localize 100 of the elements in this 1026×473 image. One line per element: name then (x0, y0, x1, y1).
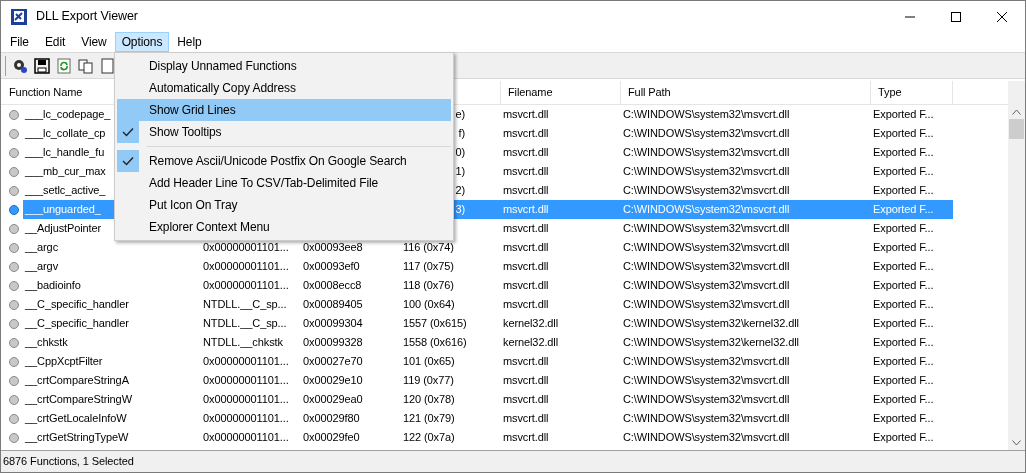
table-cell[interactable]: C:\WINDOWS\system32\msvcrt.dll (623, 144, 790, 161)
column-header[interactable]: Filename (508, 84, 553, 101)
floppy-disk-icon[interactable] (33, 56, 51, 75)
table-cell[interactable]: msvcrt.dll (503, 239, 549, 256)
table-cell[interactable]: msvcrt.dll (503, 410, 549, 427)
table-cell[interactable]: Exported F... (873, 258, 934, 275)
table-cell[interactable]: 117 (0x75) (403, 258, 454, 275)
table-cell[interactable]: Exported F... (873, 182, 934, 199)
table-cell[interactable]: 119 (0x77) (403, 372, 454, 389)
page-icon[interactable] (99, 56, 117, 75)
table-cell[interactable]: msvcrt.dll (503, 372, 549, 389)
table-cell[interactable]: msvcrt.dll (503, 144, 549, 161)
menu-option[interactable]: Put Icon On Tray (117, 194, 451, 216)
table-cell[interactable]: C:\WINDOWS\system32\msvcrt.dll (623, 296, 790, 313)
table-cell[interactable]: C:\WINDOWS\system32\msvcrt.dll (623, 372, 790, 389)
table-cell[interactable]: NTDLL.__chkstk (203, 334, 283, 351)
table-cell[interactable]: __CppXcptFilter (25, 353, 103, 370)
menu-option[interactable]: Explorer Context Menu (117, 216, 451, 238)
table-cell[interactable]: 0x00000001101... (203, 239, 289, 256)
table-cell[interactable]: NTDLL.__C_sp... (203, 315, 287, 332)
menu-option[interactable]: Remove Ascii/Unicode Postfix On Google Search (117, 150, 451, 172)
table-cell[interactable]: 0x00029e10 (303, 372, 363, 389)
table-cell[interactable]: __C_specific_handler (25, 296, 129, 313)
table-cell[interactable]: Exported F... (873, 163, 934, 180)
table-cell[interactable]: C:\WINDOWS\system32\msvcrt.dll (623, 258, 790, 275)
table-cell[interactable]: Exported F... (873, 315, 934, 332)
table-cell[interactable]: 0x00093ef0 (303, 258, 360, 275)
table-cell[interactable]: C:\WINDOWS\system32\msvcrt.dll (623, 220, 790, 237)
table-cell[interactable]: ___lc_codepage_ (25, 106, 111, 123)
table-cell[interactable]: __C_specific_handler (25, 315, 129, 332)
table-cell[interactable]: msvcrt.dll (503, 163, 549, 180)
table-cell[interactable]: __crtCompareStringW (25, 391, 132, 408)
table-cell[interactable]: Exported F... (873, 391, 934, 408)
table-cell[interactable]: C:\WINDOWS\system32\msvcrt.dll (623, 429, 790, 446)
table-cell[interactable]: Exported F... (873, 125, 934, 142)
table-cell[interactable]: msvcrt.dll (503, 391, 549, 408)
table-cell[interactable]: 0x00000001101... (203, 258, 289, 275)
table-cell[interactable]: Exported F... (873, 372, 934, 389)
table-cell[interactable]: __crtGetStringTypeW (25, 429, 129, 446)
table-cell[interactable]: C:\WINDOWS\system32\msvcrt.dll (623, 391, 790, 408)
table-cell[interactable]: ___lc_handle_fu (25, 144, 105, 161)
table-cell[interactable]: __argc (25, 239, 59, 256)
table-cell[interactable]: C:\WINDOWS\system32\kernel32.dll (623, 334, 799, 351)
scroll-up-icon[interactable] (1012, 109, 1021, 115)
table-cell[interactable]: __chkstk (25, 334, 68, 351)
table-cell[interactable]: 1) (455, 163, 465, 180)
table-cell[interactable]: msvcrt.dll (503, 125, 549, 142)
table-cell[interactable]: msvcrt.dll (503, 353, 549, 370)
table-cell[interactable]: 100 (0x64) (403, 296, 455, 313)
table-cell[interactable]: ___setlc_active_ (25, 182, 106, 199)
table-cell[interactable]: msvcrt.dll (503, 182, 549, 199)
table-cell[interactable]: msvcrt.dll (503, 220, 549, 237)
table-cell[interactable]: 118 (0x76) (403, 277, 454, 294)
scrollbar[interactable] (1008, 81, 1025, 450)
table-cell[interactable]: C:\WINDOWS\system32\msvcrt.dll (623, 353, 790, 370)
menu-item[interactable]: Edit (36, 32, 74, 52)
table-cell[interactable]: 0x00000001101... (203, 353, 289, 370)
table-cell[interactable]: Exported F... (873, 429, 934, 446)
table-cell[interactable]: msvcrt.dll (503, 429, 549, 446)
table-cell[interactable]: 116 (0x74) (403, 239, 454, 256)
table-cell[interactable]: C:\WINDOWS\system32\kernel32.dll (623, 315, 799, 332)
menu-item[interactable]: View (73, 32, 115, 52)
table-cell[interactable]: Exported F... (873, 144, 934, 161)
table-cell[interactable]: C:\WINDOWS\system32\msvcrt.dll (623, 239, 790, 256)
table-cell[interactable]: Exported F... (873, 353, 934, 370)
table-cell[interactable]: Exported F... (873, 220, 934, 237)
table-cell[interactable]: NTDLL.__C_sp... (203, 296, 287, 313)
table-cell[interactable]: Exported F... (873, 334, 934, 351)
table-cell[interactable]: Exported F... (873, 106, 934, 123)
table-cell[interactable]: __crtGetLocaleInfoW (25, 410, 127, 427)
menu-option[interactable]: Automatically Copy Address (117, 77, 451, 99)
table-cell[interactable]: C:\WINDOWS\system32\msvcrt.dll (623, 125, 790, 142)
table-cell[interactable]: Exported F... (873, 239, 934, 256)
table-cell[interactable]: C:\WINDOWS\system32\msvcrt.dll (623, 106, 790, 123)
table-cell[interactable]: 2) (455, 182, 465, 199)
table-cell[interactable]: Exported F... (873, 410, 934, 427)
table-cell[interactable]: 122 (0x7a) (403, 429, 455, 446)
column-header[interactable]: Full Path (628, 84, 671, 101)
table-cell[interactable]: msvcrt.dll (503, 296, 549, 313)
table-cell[interactable]: __AdjustPointer (25, 220, 102, 237)
table-cell[interactable]: e) (455, 106, 465, 123)
table-cell[interactable]: 0x00000001101... (203, 410, 289, 427)
table-cell[interactable]: 0x00089405 (303, 296, 363, 313)
table-cell[interactable]: __crtCompareStringA (25, 372, 129, 389)
scrollbar-thumb[interactable] (1009, 119, 1024, 139)
table-cell[interactable]: 0x00099328 (303, 334, 363, 351)
table-cell[interactable]: 120 (0x78) (403, 391, 455, 408)
menu-option[interactable]: Show Grid Lines (117, 99, 451, 121)
table-cell[interactable]: 0x00029ea0 (303, 391, 363, 408)
table-cell[interactable]: 0x00000001101... (203, 372, 289, 389)
table-cell[interactable]: 121 (0x79) (403, 410, 455, 427)
table-cell[interactable]: C:\WINDOWS\system32\msvcrt.dll (623, 182, 790, 199)
table-cell[interactable]: kernel32.dll (503, 334, 559, 351)
table-cell[interactable]: 1557 (0x615) (403, 315, 467, 332)
menu-option[interactable]: Add Header Line To CSV/Tab-Delimited File (117, 172, 451, 194)
table-cell[interactable]: 0x00027e70 (303, 353, 363, 370)
table-cell[interactable]: 0x00000001101... (203, 429, 289, 446)
table-cell[interactable]: 0x0008ecc8 (303, 277, 362, 294)
column-header[interactable]: Function Name (9, 84, 83, 101)
table-cell[interactable]: msvcrt.dll (503, 106, 549, 123)
